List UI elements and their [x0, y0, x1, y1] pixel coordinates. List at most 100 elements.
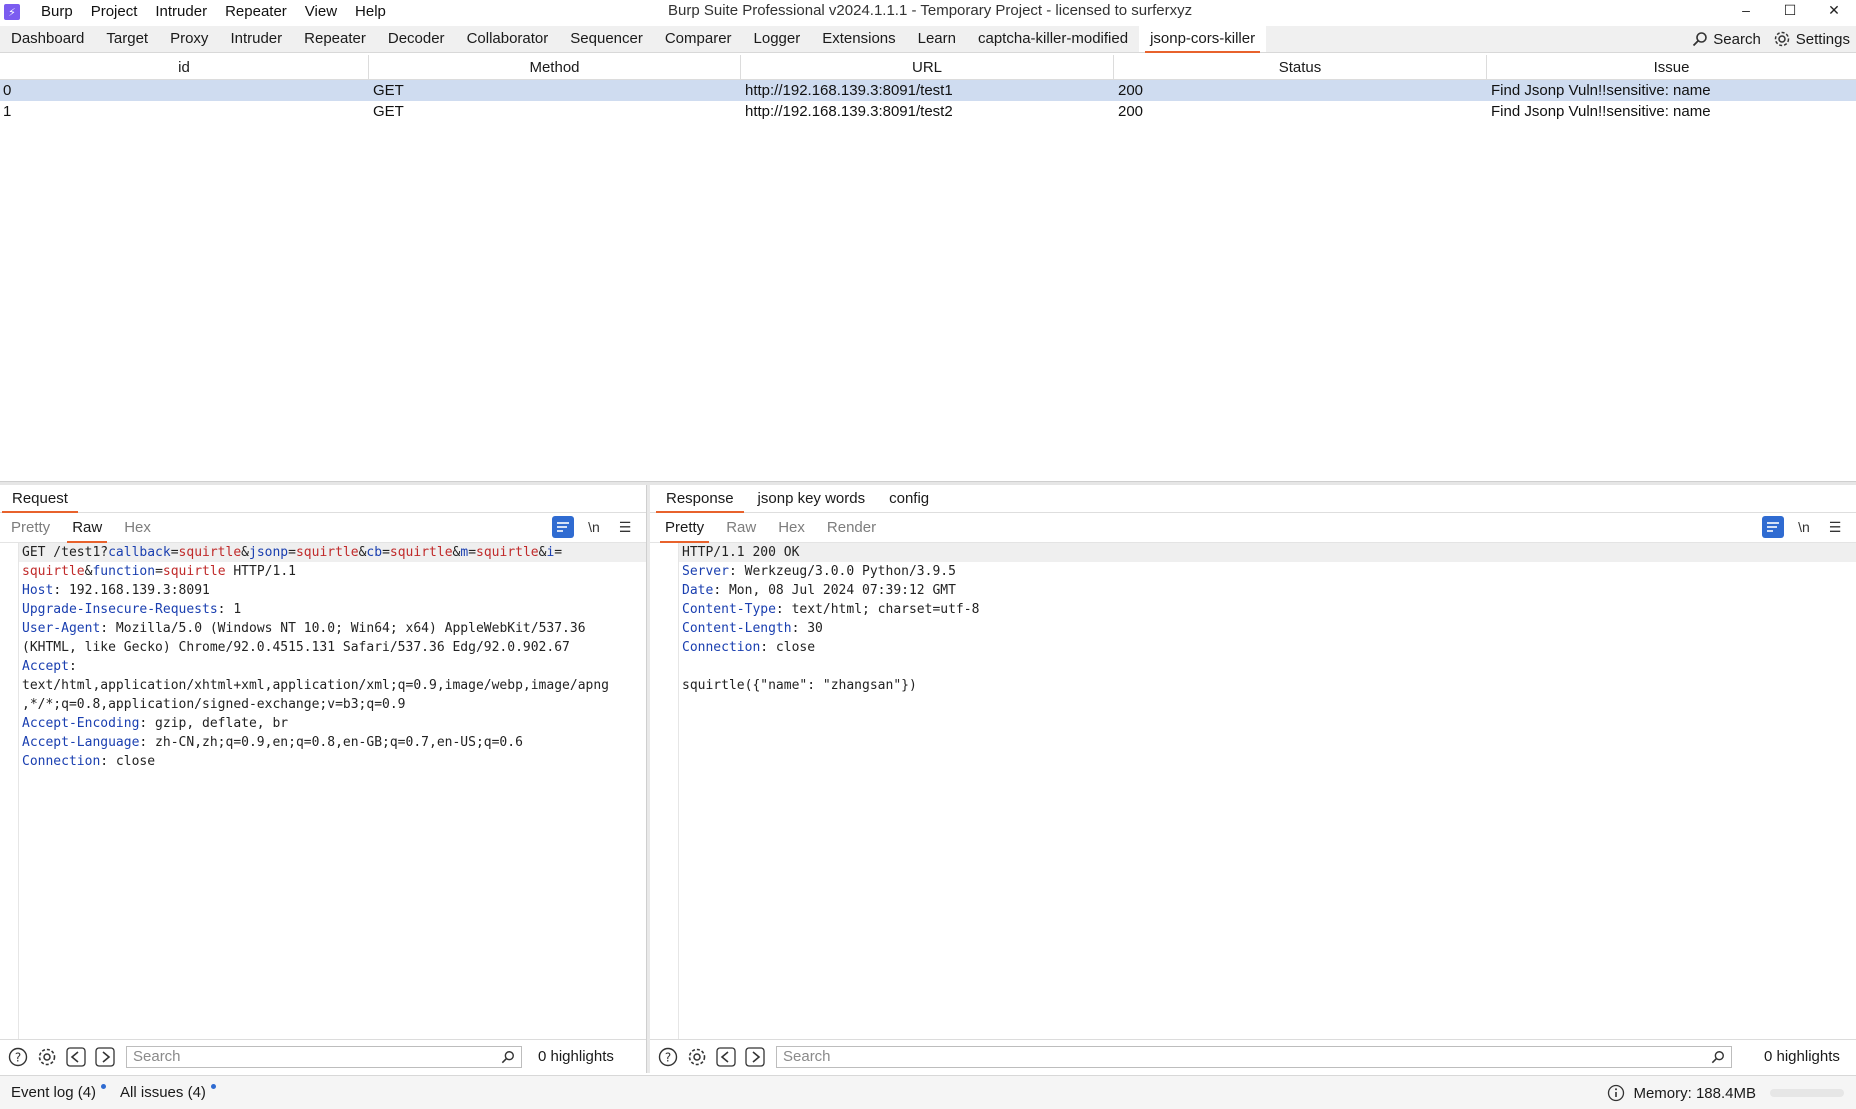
- settings-label: Settings: [1795, 30, 1850, 48]
- event-log-button[interactable]: Event log (4): [11, 1084, 108, 1101]
- menu-repeater[interactable]: Repeater: [216, 0, 296, 24]
- column-header-status[interactable]: Status: [1114, 55, 1487, 79]
- subtab-hex[interactable]: Hex: [767, 514, 816, 542]
- menu-help[interactable]: Help: [346, 0, 395, 24]
- title-bar: ⚡ Burp Project Intruder Repeater View He…: [0, 0, 1856, 24]
- subtab-raw[interactable]: Raw: [715, 514, 767, 542]
- results-table: id Method URL Status Issue 0 GET http://…: [0, 55, 1856, 481]
- menu-icon[interactable]: ☰: [614, 516, 636, 538]
- tab-response[interactable]: Response: [654, 485, 746, 513]
- previous-arrow-icon[interactable]: [65, 1046, 87, 1068]
- tab-intruder[interactable]: Intruder: [219, 26, 293, 52]
- tab-comparer[interactable]: Comparer: [654, 26, 743, 52]
- search-icon: [1711, 1050, 1724, 1063]
- menu-burp[interactable]: Burp: [32, 0, 82, 24]
- next-arrow-icon[interactable]: [94, 1046, 116, 1068]
- gear-icon: [1774, 31, 1790, 47]
- code-line: 3Upgrade-Insecure-Requests: 1: [2, 602, 242, 617]
- table-row[interactable]: 0 GET http://192.168.139.3:8091/test1 20…: [0, 80, 1856, 101]
- minimize-icon[interactable]: –: [1724, 0, 1768, 22]
- cell-issue: Find Jsonp Vuln!!sensitive: name: [1491, 82, 1711, 99]
- column-header-id[interactable]: id: [0, 55, 369, 79]
- subtab-pretty[interactable]: Pretty: [0, 514, 61, 542]
- event-log-label: Event log (4): [11, 1084, 97, 1101]
- code-line: 7: [660, 657, 1856, 676]
- close-icon[interactable]: ✕: [1812, 0, 1856, 22]
- help-icon[interactable]: ?: [657, 1046, 679, 1068]
- next-arrow-icon[interactable]: [744, 1046, 766, 1068]
- tab-jsonp-cors-killer[interactable]: jsonp-cors-killer: [1139, 26, 1267, 53]
- all-issues-button[interactable]: All issues (4): [120, 1084, 218, 1101]
- column-header-method[interactable]: Method: [369, 55, 741, 79]
- newline-icon[interactable]: \n: [583, 516, 605, 538]
- settings-button[interactable]: Settings: [1767, 30, 1856, 48]
- code-line: 7Accept-Language: zh-CN,zh;q=0.9,en;q=0.…: [2, 735, 523, 750]
- tab-logger[interactable]: Logger: [743, 26, 812, 52]
- response-view-tabs: Pretty Raw Hex Render \n ☰: [650, 513, 1856, 543]
- maximize-icon[interactable]: ☐: [1768, 0, 1812, 22]
- global-search-button[interactable]: Search: [1686, 31, 1767, 48]
- subtab-raw[interactable]: Raw: [61, 514, 113, 543]
- tab-repeater[interactable]: Repeater: [293, 26, 377, 52]
- request-editor-tools: \n ☰: [543, 516, 636, 538]
- request-view-tabs: Pretty Raw Hex \n ☰: [0, 513, 646, 543]
- tab-decoder[interactable]: Decoder: [377, 26, 456, 52]
- menu-view[interactable]: View: [296, 0, 346, 24]
- line-gutter: [660, 543, 679, 1043]
- response-search-input[interactable]: Search: [776, 1045, 1732, 1068]
- tab-target[interactable]: Target: [95, 26, 159, 52]
- status-bar: Event log (4) All issues (4) Memory: 188…: [0, 1075, 1856, 1109]
- menu-intruder[interactable]: Intruder: [146, 0, 216, 24]
- menu-project[interactable]: Project: [82, 0, 147, 24]
- column-header-issue[interactable]: Issue: [1487, 55, 1856, 79]
- tab-sequencer[interactable]: Sequencer: [559, 26, 654, 52]
- tab-jsonp-key-words[interactable]: jsonp key words: [746, 485, 878, 512]
- code-line: 4User-Agent: Mozilla/5.0 (Windows NT 10.…: [2, 621, 586, 636]
- newline-icon[interactable]: \n: [1793, 516, 1815, 538]
- table-row[interactable]: 1 GET http://192.168.139.3:8091/test2 20…: [0, 101, 1856, 122]
- burp-logo-icon: ⚡: [4, 4, 20, 20]
- cell-id: 0: [3, 82, 12, 99]
- info-icon: [1608, 1084, 1625, 1102]
- wrap-lines-icon[interactable]: [1762, 516, 1784, 538]
- cell-url: http://192.168.139.3:8091/test1: [745, 82, 953, 99]
- subtab-hex[interactable]: Hex: [113, 514, 162, 542]
- svg-text:?: ?: [665, 1050, 671, 1064]
- gear-icon[interactable]: [36, 1046, 58, 1068]
- menu-icon[interactable]: ☰: [1824, 516, 1846, 538]
- code-line: 4Content-Type: text/html; charset=utf-8: [662, 602, 980, 617]
- tab-learn[interactable]: Learn: [907, 26, 967, 52]
- request-search-bar: ? Search 0 highlights: [0, 1039, 646, 1073]
- code-line: 5Accept:: [2, 659, 77, 674]
- tab-captcha-killer-modified[interactable]: captcha-killer-modified: [967, 26, 1139, 52]
- line-gutter: [0, 543, 19, 1043]
- response-tabs: Response jsonp key words config: [650, 485, 1856, 513]
- code-line: 8squirtle({"name": "zhangsan"}): [662, 678, 917, 693]
- cell-url: http://192.168.139.3:8091/test2: [745, 103, 953, 120]
- request-search-input[interactable]: Search: [126, 1045, 522, 1068]
- request-tabs: Request: [0, 485, 646, 513]
- gear-icon[interactable]: [686, 1046, 708, 1068]
- request-editor[interactable]: 1GET /test1?callback=squirtle&jsonp=squi…: [0, 543, 646, 1043]
- code-line: squirtle&function=squirtle HTTP/1.1: [22, 564, 296, 579]
- tab-collaborator[interactable]: Collaborator: [456, 26, 560, 52]
- subtab-pretty[interactable]: Pretty: [654, 514, 715, 543]
- tab-extensions[interactable]: Extensions: [811, 26, 906, 52]
- tab-request[interactable]: Request: [0, 485, 80, 513]
- notification-dot-icon: [101, 1084, 107, 1089]
- code-line: 9: [0, 771, 646, 790]
- window-title: Burp Suite Professional v2024.1.1.1 - Te…: [668, 2, 1193, 19]
- subtab-render[interactable]: Render: [816, 514, 887, 542]
- tab-proxy[interactable]: Proxy: [159, 26, 219, 52]
- tab-dashboard[interactable]: Dashboard: [0, 26, 95, 52]
- request-panel: Request Pretty Raw Hex \n ☰ 1GET /test1?…: [0, 485, 646, 1073]
- code-line: text/html,application/xhtml+xml,applicat…: [22, 678, 609, 693]
- cell-status: 200: [1118, 82, 1144, 99]
- wrap-lines-icon[interactable]: [552, 516, 574, 538]
- response-search-bar: ? Search 0 highlights: [650, 1039, 1856, 1073]
- response-editor[interactable]: 1HTTP/1.1 200 OK 2Server: Werkzeug/3.0.0…: [660, 543, 1856, 1043]
- tab-config[interactable]: config: [877, 485, 941, 512]
- help-icon[interactable]: ?: [7, 1046, 29, 1068]
- previous-arrow-icon[interactable]: [715, 1046, 737, 1068]
- column-header-url[interactable]: URL: [741, 55, 1114, 79]
